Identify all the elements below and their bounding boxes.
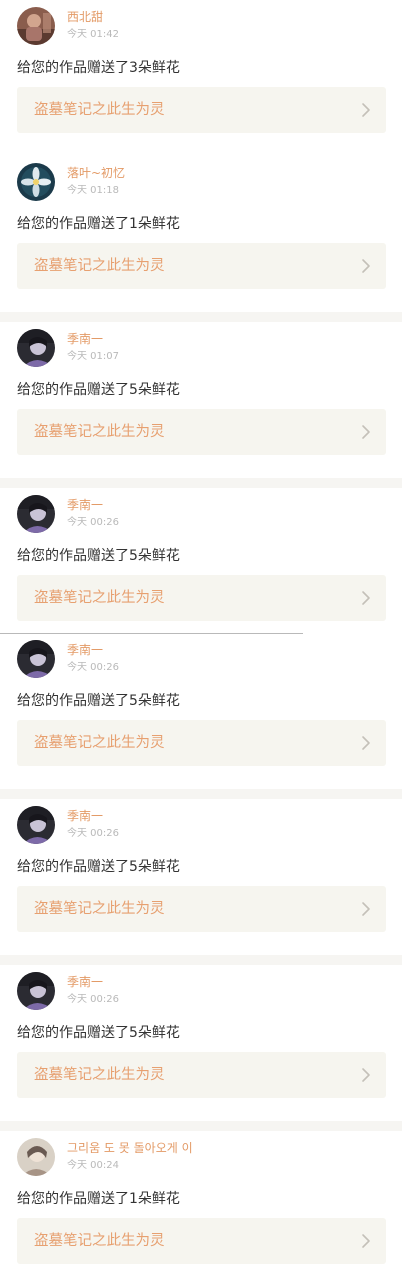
- work-title: 盗墓笔记之此生为灵: [34, 590, 165, 606]
- notification-card: 西北甜今天 01:42 给您的作品赠送了3朵鲜花 盗墓笔记之此生为灵: [0, 0, 402, 156]
- work-title: 盗墓笔记之此生为灵: [34, 258, 165, 274]
- work-link-card[interactable]: 盗墓笔记之此生为灵: [17, 87, 386, 133]
- avatar[interactable]: [17, 7, 55, 45]
- avatar[interactable]: [17, 972, 55, 1010]
- notification-card: 落叶~初忆今天 01:18 给您的作品赠送了1朵鲜花 盗墓笔记之此生为灵: [0, 156, 402, 312]
- chevron-right-icon: [361, 901, 371, 917]
- gift-message: 给您的作品赠送了5朵鲜花: [17, 693, 180, 709]
- gift-message: 给您的作品赠送了1朵鲜花: [17, 1191, 180, 1207]
- avatar[interactable]: [17, 163, 55, 201]
- user-name-link[interactable]: 落叶~初忆: [67, 166, 125, 181]
- notification-feed: 西北甜 今天 01:42 给您的作品赠送了3朵鲜花 盗墓笔记之此生为灵 落叶~初忆 今天 …: [0, 0, 402, 1280]
- avatar[interactable]: [17, 806, 55, 844]
- notification-card: 季南一今天 00:26 给您的作品赠送了5朵鲜花 盗墓笔记之此生为灵: [0, 965, 402, 1121]
- work-title: 盗墓笔记之此生为灵: [34, 1233, 165, 1249]
- work-title: 盗墓笔记之此生为灵: [34, 1067, 165, 1083]
- notification-card: 季南一今天 00:26 给您的作品赠送了5朵鲜花 盗墓笔记之此生为灵: [0, 799, 402, 955]
- timestamp: 今天 01:42: [67, 29, 119, 40]
- notification-card: 季南一今天 00:26 给您的作品赠送了5朵鲜花 盗墓笔记之此生为灵: [0, 633, 402, 789]
- user-name-link[interactable]: 季南一: [67, 975, 103, 990]
- chevron-right-icon: [361, 102, 371, 118]
- notification-card: 季南一今天 01:07 给您的作品赠送了5朵鲜花 盗墓笔记之此生为灵: [0, 322, 402, 478]
- card-separator: [0, 789, 402, 799]
- notification-card: 季南一今天 00:26 给您的作品赠送了5朵鲜花 盗墓笔记之此生为灵: [0, 488, 402, 644]
- chevron-right-icon: [361, 590, 371, 606]
- avatar[interactable]: [17, 1138, 55, 1176]
- notification-card: 그리움 도 못 돌아오게 이 今天 00:24 给您的作品赠送了1朵鲜花 盗墓笔记之此…: [0, 1131, 402, 1280]
- card-separator: [0, 478, 402, 488]
- card-separator: [0, 1121, 402, 1131]
- work-link-card[interactable]: 盗墓笔记之此生为灵: [17, 720, 386, 766]
- user-name-link[interactable]: 그리움 도 못 돌아오게 이: [67, 1141, 193, 1156]
- work-link-card[interactable]: 盗墓笔记之此生为灵: [17, 409, 386, 455]
- card-separator: [0, 955, 402, 965]
- user-name-link[interactable]: 季南一: [67, 809, 103, 824]
- user-name-link[interactable]: 季南一: [67, 498, 103, 513]
- gift-message: 给您的作品赠送了5朵鲜花: [17, 1025, 180, 1041]
- work-link-card[interactable]: 盗墓笔记之此生为灵: [17, 886, 386, 932]
- user-name-link[interactable]: 季南一: [67, 643, 103, 658]
- timestamp: 今天 00:26: [67, 828, 119, 839]
- timestamp: 今天 01:07: [67, 351, 119, 362]
- work-title: 盗墓笔记之此生为灵: [34, 735, 165, 751]
- chevron-right-icon: [361, 424, 371, 440]
- gift-message: 给您的作品赠送了3朵鲜花: [17, 60, 180, 76]
- work-link-card[interactable]: 盗墓笔记之此生为灵: [17, 1052, 386, 1098]
- work-link-card[interactable]: 盗墓笔记之此生为灵: [17, 1218, 386, 1264]
- work-title: 盗墓笔记之此生为灵: [34, 424, 165, 440]
- gift-message: 给您的作品赠送了5朵鲜花: [17, 548, 180, 564]
- gift-message: 给您的作品赠送了5朵鲜花: [17, 382, 180, 398]
- timestamp: 今天 00:26: [67, 662, 119, 673]
- gift-message: 给您的作品赠送了5朵鲜花: [17, 859, 180, 875]
- chevron-right-icon: [361, 1233, 371, 1249]
- avatar[interactable]: [17, 640, 55, 678]
- avatar[interactable]: [17, 329, 55, 367]
- chevron-right-icon: [361, 258, 371, 274]
- timestamp: 今天 00:24: [67, 1160, 119, 1171]
- chevron-right-icon: [361, 1067, 371, 1083]
- work-link-card[interactable]: 盗墓笔记之此生为灵: [17, 243, 386, 289]
- avatar[interactable]: [17, 495, 55, 533]
- work-link-card[interactable]: 盗墓笔记之此生为灵: [17, 575, 386, 621]
- timestamp: 今天 00:26: [67, 994, 119, 1005]
- timestamp: 今天 00:26: [67, 517, 119, 528]
- timestamp: 今天 01:18: [67, 185, 119, 196]
- card-separator: [0, 312, 402, 322]
- divider-line: [0, 633, 303, 634]
- work-title: 盗墓笔记之此生为灵: [34, 901, 165, 917]
- work-title: 盗墓笔记之此生为灵: [34, 102, 165, 118]
- chevron-right-icon: [361, 735, 371, 751]
- gift-message: 给您的作品赠送了1朵鲜花: [17, 216, 180, 232]
- user-name-link[interactable]: 西北甜: [67, 10, 103, 25]
- user-name-link[interactable]: 季南一: [67, 332, 103, 347]
